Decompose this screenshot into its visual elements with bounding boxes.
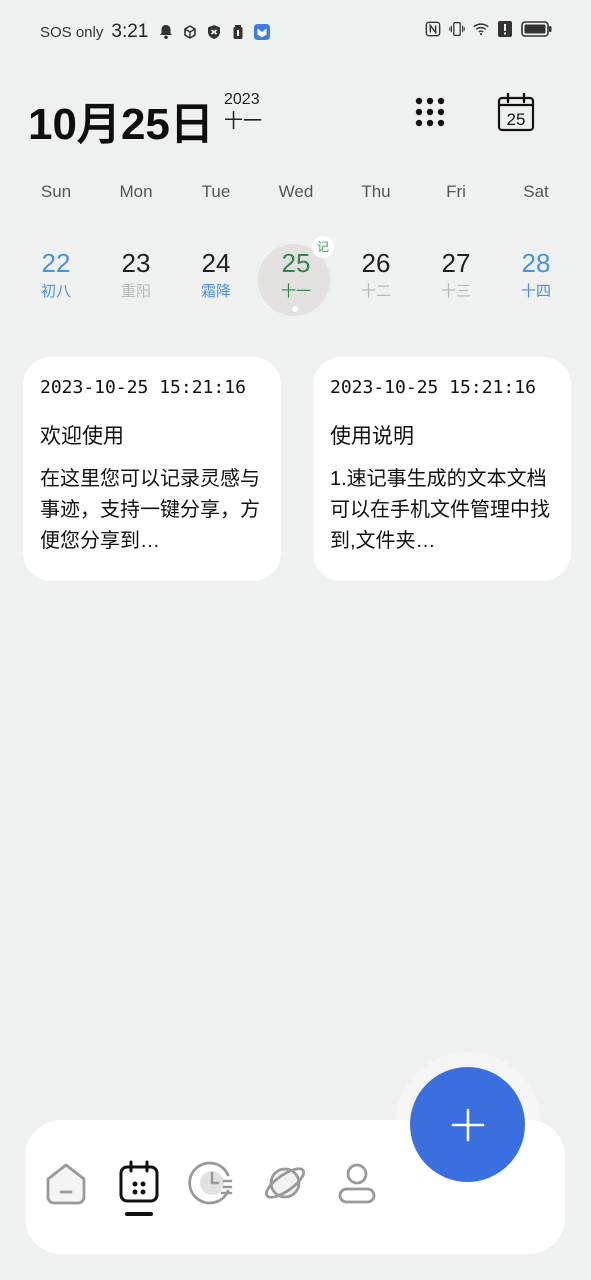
vibrate-icon [449, 21, 465, 37]
plus-icon [451, 1108, 484, 1141]
lunar-date: 十一 [280, 283, 311, 300]
app-notification-icon [254, 24, 271, 40]
lunar-date: 十三 [440, 283, 471, 300]
year-lunar-box: 2023 十一 [224, 91, 263, 132]
date-cell-mon[interactable]: 23 重阳 [96, 236, 176, 316]
active-tab-indicator [125, 1212, 153, 1216]
date-cell-sun[interactable]: 22 初八 [16, 236, 96, 316]
weekday-label: Fri [446, 182, 466, 201]
weekday-label: Wed [278, 182, 314, 201]
battery-icon [521, 21, 553, 37]
weekday-label: Sat [523, 182, 549, 201]
today-dot [292, 306, 298, 312]
alert-icon [497, 21, 513, 37]
grid-dots-icon[interactable] [412, 94, 448, 130]
bell-icon [158, 24, 174, 40]
lunar-date: 初八 [40, 283, 71, 300]
date-number: 22 [41, 248, 71, 278]
add-note-button[interactable] [410, 1067, 525, 1182]
date-cell-thu[interactable]: 26 十二 [336, 236, 416, 316]
nav-calendar-notes[interactable] [114, 1158, 164, 1208]
lunar-date: 十四 [520, 283, 551, 300]
date-cell-wed-today[interactable]: 25 十一 记 [256, 236, 336, 316]
date-cell-sat[interactable]: 28 十四 [496, 236, 576, 316]
note-card-instructions[interactable]: 2023-10-25 15:21:16 使用说明 1.速记事生成的文本文档可以在… [313, 357, 571, 581]
note-card-welcome[interactable]: 2023-10-25 15:21:16 欢迎使用 在这里您可以记录灵感与事迹，支… [23, 357, 281, 581]
nav-home[interactable] [41, 1158, 91, 1208]
date-number: 28 [521, 248, 551, 278]
date-number: 24 [201, 248, 231, 278]
wifi-icon [473, 21, 489, 37]
note-body: 在这里您可以记录灵感与事迹，支持一键分享，方便您分享到… [40, 468, 260, 552]
calendar-icon-day: 25 [507, 110, 526, 129]
note-badge: 记 [312, 236, 334, 258]
lunar-date: 十二 [360, 283, 391, 300]
battery-saver-icon [230, 24, 246, 40]
lunar-date: 霜降 [200, 283, 231, 300]
weekday-label: Mon [119, 182, 153, 201]
note-title: 欢迎使用 [40, 425, 124, 448]
nav-discover[interactable] [260, 1158, 310, 1208]
nav-profile[interactable] [332, 1158, 382, 1208]
clock-list-icon [188, 1161, 233, 1205]
date-number: 27 [441, 248, 471, 278]
sos-text: SOS only [40, 23, 104, 41]
home-icon [46, 1163, 86, 1205]
calendar-note-icon [119, 1160, 159, 1203]
date-cell-tue[interactable]: 24 霜降 [176, 236, 256, 316]
calendar-icon[interactable]: 25 [496, 92, 536, 132]
lunar-day-text: 十一 [224, 111, 263, 132]
lunar-date: 重阳 [120, 283, 151, 300]
profile-icon [338, 1163, 376, 1204]
shield-icon [206, 24, 222, 40]
header: 10月25日 2023 十一 25 [0, 80, 591, 150]
nav-timeline[interactable] [187, 1158, 237, 1208]
year-text: 2023 [224, 91, 260, 108]
page-title-date: 10月25日 [28, 100, 214, 149]
date-number: 23 [121, 248, 151, 278]
note-body: 1.速记事生成的文本文档可以在手机文件管理中找到,文件夹… [330, 468, 550, 552]
status-bar: SOS only 3:21 [0, 0, 591, 66]
note-title: 使用说明 [330, 425, 414, 448]
week-dates: 22 初八 23 重阳 24 霜降 25 十一 记 26 十二 27 十三 28… [16, 236, 576, 316]
date-number: 26 [361, 248, 391, 278]
note-timestamp: 2023-10-25 15:21:16 [330, 377, 536, 398]
cube-icon [182, 24, 198, 40]
nfc-icon [425, 21, 441, 37]
date-cell-fri[interactable]: 27 十三 [416, 236, 496, 316]
note-timestamp: 2023-10-25 15:21:16 [40, 377, 246, 398]
weekday-label: Thu [361, 182, 391, 201]
weekday-labels: Sun Mon Tue Wed Thu Fri Sat [16, 182, 576, 202]
weekday-label: Sun [40, 182, 72, 201]
planet-icon [265, 1167, 305, 1199]
clock-time: 3:21 [111, 21, 149, 42]
weekday-label: Tue [201, 182, 231, 201]
